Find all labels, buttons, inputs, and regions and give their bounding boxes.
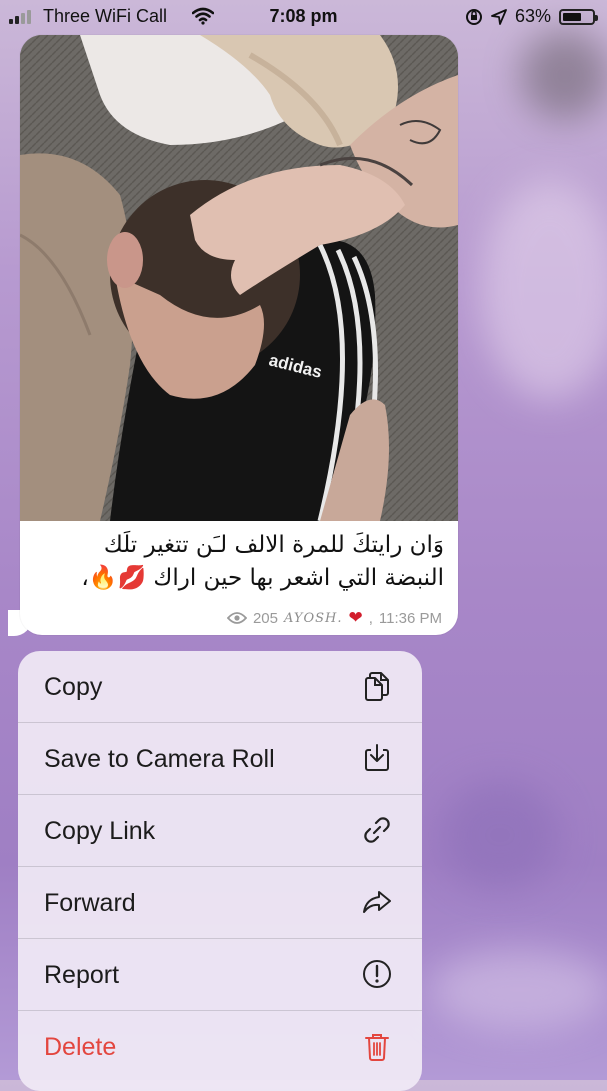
caption-line: النبضة التي اشعر بها حين اراك 💋🔥، [81, 565, 444, 591]
menu-item-label: Copy [44, 673, 103, 701]
heart-icon: ❤ [348, 608, 363, 627]
background-blur [440, 780, 560, 890]
background-blur [430, 950, 607, 1030]
message-caption: وَان رايتكَ للمرة الالف لـَن تتغير تلَك … [34, 529, 444, 595]
background-blur [480, 180, 607, 400]
sender-signature: AYOSH. [284, 610, 343, 626]
view-count: 205 [252, 609, 278, 627]
eye-icon [226, 612, 247, 624]
status-bar: Three WiFi Call 7:08 pm 63% [0, 0, 607, 34]
copy-icon [365, 672, 389, 701]
menu-item-label: Save to Camera Roll [44, 745, 275, 773]
trash-icon [365, 1034, 389, 1061]
link-icon [364, 817, 390, 843]
caption-line: وَان رايتكَ للمرة الالف لـَن تتغير تلَك [103, 532, 444, 558]
battery-percent: 63% [514, 6, 551, 26]
message-time: 11:36 PM [378, 609, 442, 627]
download-icon [365, 744, 389, 771]
photo-illustration: adidas [20, 35, 458, 521]
context-menu: Copy Save to Camera Roll Copy Link Forwa… [18, 651, 422, 1091]
menu-item-forward[interactable]: Forward [18, 867, 422, 939]
exclamation-circle-icon [363, 960, 391, 988]
message-bubble[interactable]: adidas وَان رايتكَ للمرة الالف لـَن تتغي… [20, 35, 458, 635]
message-meta: 205 AYOSH. ❤, 11:36 PM [226, 608, 442, 628]
background-blur [520, 30, 607, 120]
menu-item-copy-link[interactable]: Copy Link [18, 795, 422, 867]
menu-item-report[interactable]: Report [18, 939, 422, 1011]
location-arrow-icon [491, 8, 507, 25]
menu-item-copy[interactable]: Copy [18, 651, 422, 723]
message-photo[interactable]: adidas [20, 35, 458, 521]
forward-arrow-icon [363, 891, 391, 913]
orientation-lock-icon [465, 8, 482, 25]
menu-item-save-to-camera-roll[interactable]: Save to Camera Roll [18, 723, 422, 795]
menu-item-label: Copy Link [44, 817, 156, 845]
menu-item-label: Delete [44, 1033, 117, 1061]
menu-item-delete[interactable]: Delete [18, 1011, 422, 1082]
battery-icon [559, 8, 598, 25]
menu-item-label: Forward [44, 889, 136, 917]
battery-level [563, 12, 581, 21]
menu-item-label: Report [44, 961, 120, 989]
